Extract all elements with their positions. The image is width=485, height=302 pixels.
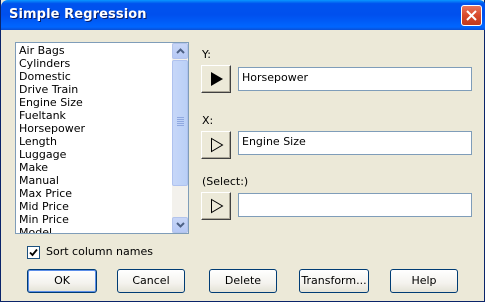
cancel-button[interactable]: Cancel bbox=[117, 269, 185, 293]
list-item[interactable]: Length bbox=[19, 135, 173, 148]
list-item[interactable]: Air Bags bbox=[19, 44, 173, 57]
scroll-thumb[interactable] bbox=[172, 60, 188, 186]
play-arrow-icon bbox=[211, 72, 223, 86]
outline-arrow-icon bbox=[211, 198, 224, 214]
transform-button[interactable]: Transform... bbox=[299, 269, 369, 293]
list-item[interactable]: Max Price bbox=[19, 187, 173, 200]
column-list-items: Air Bags Cylinders Domestic Drive Train Engi… bbox=[19, 44, 173, 233]
list-item[interactable]: Horsepower bbox=[19, 122, 173, 135]
select-field[interactable] bbox=[238, 193, 472, 217]
help-button[interactable]: Help bbox=[390, 269, 458, 293]
checkmark-icon bbox=[29, 248, 38, 257]
window-title: Simple Regression bbox=[9, 7, 147, 22]
list-item[interactable]: Model bbox=[19, 226, 173, 233]
list-item[interactable]: Engine Size bbox=[19, 96, 173, 109]
list-item[interactable]: Drive Train bbox=[19, 83, 173, 96]
y-assign-button[interactable] bbox=[201, 65, 231, 93]
outline-arrow-icon bbox=[211, 137, 224, 153]
list-item[interactable]: Manual bbox=[19, 174, 173, 187]
close-icon bbox=[466, 10, 477, 21]
select-assign-button[interactable] bbox=[201, 192, 231, 220]
x-assign-button[interactable] bbox=[201, 131, 231, 159]
close-button[interactable] bbox=[461, 5, 482, 26]
list-item[interactable]: Make bbox=[19, 161, 173, 174]
y-label: Y: bbox=[202, 48, 211, 61]
y-field[interactable]: Horsepower bbox=[238, 67, 472, 91]
x-label: X: bbox=[202, 114, 214, 127]
select-label: (Select:) bbox=[202, 175, 249, 188]
list-item[interactable]: Fueltank bbox=[19, 109, 173, 122]
scroll-up-button[interactable] bbox=[172, 43, 188, 59]
chevron-down-icon bbox=[176, 222, 185, 228]
ok-button[interactable]: OK bbox=[27, 269, 97, 293]
column-listbox[interactable]: Air Bags Cylinders Domestic Drive Train Engi… bbox=[15, 42, 189, 234]
list-item[interactable]: Mid Price bbox=[19, 200, 173, 213]
list-item[interactable]: Cylinders bbox=[19, 57, 173, 70]
dialog-window: Simple Regression Air Bags Cylinders Domes… bbox=[0, 0, 485, 302]
delete-button[interactable]: Delete bbox=[209, 269, 277, 293]
title-bar[interactable]: Simple Regression bbox=[1, 0, 485, 30]
list-scrollbar[interactable] bbox=[172, 43, 188, 233]
list-item[interactable]: Luggage bbox=[19, 148, 173, 161]
list-item[interactable]: Min Price bbox=[19, 213, 173, 226]
sort-checkbox-label: Sort column names bbox=[46, 245, 153, 258]
sort-checkbox[interactable] bbox=[27, 246, 40, 259]
list-item[interactable]: Domestic bbox=[19, 70, 173, 83]
chevron-up-icon bbox=[176, 48, 185, 54]
x-field[interactable]: Engine Size bbox=[238, 131, 472, 155]
scroll-down-button[interactable] bbox=[172, 217, 188, 233]
